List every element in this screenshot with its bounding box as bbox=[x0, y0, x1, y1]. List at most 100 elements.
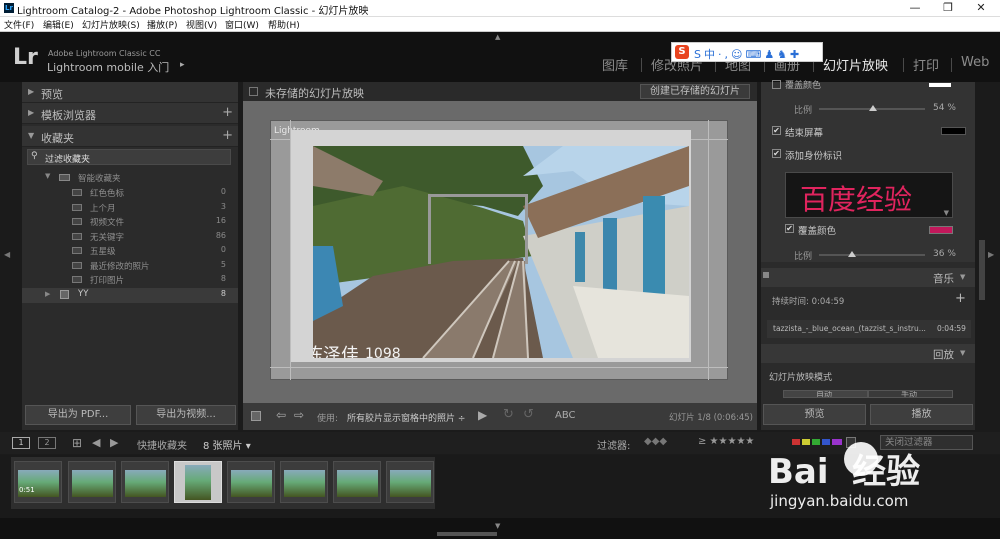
use-source-select[interactable]: 所有胶片显示窗格中的照片 ÷ bbox=[347, 411, 465, 424]
primary-window-button[interactable]: 1 bbox=[12, 437, 30, 449]
menu-file[interactable]: 文件(F) bbox=[4, 18, 34, 31]
thumbnail-image bbox=[185, 465, 211, 500]
sogou-icon: S bbox=[675, 45, 689, 59]
minimize-button[interactable]: — bbox=[900, 0, 930, 17]
export-pdf-button[interactable]: 导出为 PDF... bbox=[25, 405, 131, 425]
slide-photo[interactable]: 陈泽佳 1098 bbox=[313, 146, 689, 358]
previous-slide-icon[interactable]: ⇦ bbox=[276, 408, 286, 422]
collapse-triangle-icon: ▼ bbox=[45, 172, 51, 180]
filmstrip-thumbnail[interactable] bbox=[227, 461, 275, 503]
end-screen-checkbox[interactable]: ✔ bbox=[772, 126, 781, 135]
tab-slideshow[interactable]: 幻灯片放映 bbox=[823, 55, 888, 74]
rotate-right-icon[interactable]: ↺ bbox=[523, 407, 534, 422]
menu-slideshow[interactable]: 幻灯片放映(S) bbox=[82, 18, 140, 31]
top-panel-toggle-icon[interactable]: ▲ bbox=[495, 33, 500, 41]
preview-button[interactable]: 预览 bbox=[763, 404, 866, 425]
overlay-color-checkbox[interactable]: ✔ bbox=[785, 224, 794, 233]
list-item[interactable]: 无关键字 86 bbox=[22, 230, 238, 245]
mobile-getting-started[interactable]: Lightroom mobile 入门 bbox=[47, 59, 169, 75]
mode-auto-button[interactable]: 自动 bbox=[783, 390, 868, 398]
slider-knob[interactable] bbox=[848, 251, 856, 257]
ime-toolbar[interactable]: S S中·,☺⌨♟♞✚ bbox=[671, 42, 823, 62]
menu-edit[interactable]: 编辑(E) bbox=[43, 18, 74, 31]
add-template-icon[interactable]: + bbox=[222, 105, 233, 120]
maximize-button[interactable]: ❐ bbox=[933, 0, 963, 17]
tab-web[interactable]: Web bbox=[961, 55, 989, 70]
rotate-left-icon[interactable]: ↻ bbox=[503, 407, 514, 422]
left-panel-toggle-icon[interactable]: ◀ bbox=[4, 250, 10, 259]
overlay-number-text[interactable]: 1098 bbox=[365, 346, 401, 358]
section-collections[interactable]: ▼ 收藏夹 + bbox=[22, 126, 238, 147]
tab-library[interactable]: 图库 bbox=[602, 55, 628, 74]
flag-filter-icons[interactable]: ◆◆◆ bbox=[644, 436, 667, 447]
video-duration: 0:51 bbox=[19, 486, 35, 494]
filmstrip-source[interactable]: 快捷收藏夹 bbox=[137, 437, 187, 452]
add-text-abc-button[interactable]: ABC bbox=[555, 410, 576, 421]
filmstrip-thumbnail[interactable] bbox=[121, 461, 169, 503]
checkbox-icon[interactable] bbox=[249, 87, 258, 96]
filmstrip-thumbnail[interactable] bbox=[280, 461, 328, 503]
filmstrip-thumbnail[interactable] bbox=[386, 461, 434, 503]
guide-line bbox=[708, 120, 709, 380]
slider-knob[interactable] bbox=[869, 105, 877, 111]
track-row[interactable]: tazzista_-_blue_ocean_(tazzist_s_instru.… bbox=[767, 320, 971, 338]
filmstrip-scrollbar[interactable] bbox=[437, 532, 497, 536]
right-panel-scrollbar[interactable] bbox=[979, 240, 985, 300]
forward-arrow-icon[interactable]: ▶ bbox=[110, 436, 118, 449]
add-music-icon[interactable]: + bbox=[955, 291, 966, 306]
photo-count[interactable]: 8 张照片 ▾ bbox=[203, 437, 251, 452]
smart-collections-set[interactable]: ▼ 智能收藏夹 bbox=[22, 171, 238, 186]
menu-help[interactable]: 帮助(H) bbox=[268, 18, 300, 31]
section-preview[interactable]: ▶ 预览 bbox=[22, 82, 238, 103]
list-item[interactable]: 打印图片 8 bbox=[22, 273, 238, 288]
secondary-window-button[interactable]: 2 bbox=[38, 437, 56, 449]
tab-print[interactable]: 打印 bbox=[913, 55, 939, 74]
create-saved-slideshow-button[interactable]: 创建已存储的幻灯片 bbox=[640, 84, 750, 99]
filmstrip-thumbnail[interactable]: 0:51 bbox=[14, 461, 62, 503]
playback-label: 回放 bbox=[933, 349, 954, 361]
ratio-slider[interactable] bbox=[819, 254, 925, 256]
right-panel-toggle-icon[interactable]: ▶ bbox=[988, 250, 994, 259]
checkbox[interactable] bbox=[772, 80, 781, 89]
module-separator bbox=[951, 58, 952, 72]
stop-icon[interactable] bbox=[251, 411, 261, 421]
play-button[interactable]: 播放 bbox=[870, 404, 973, 425]
list-item[interactable]: 五星级 0 bbox=[22, 244, 238, 259]
filmstrip-thumbnail[interactable] bbox=[333, 461, 381, 503]
close-button[interactable]: ✕ bbox=[966, 0, 996, 17]
end-screen-color-swatch[interactable] bbox=[941, 127, 966, 135]
list-item[interactable]: 上个月 3 bbox=[22, 201, 238, 216]
grid-view-icon[interactable]: ⊞ bbox=[72, 436, 82, 450]
product-name: Adobe Lightroom Classic CC bbox=[48, 49, 161, 58]
export-video-button[interactable]: 导出为视频... bbox=[136, 405, 236, 425]
list-item[interactable]: 视频文件 16 bbox=[22, 215, 238, 230]
playback-header[interactable]: 回放 ▼ bbox=[761, 344, 975, 363]
section-template-browser[interactable]: ▶ 模板浏览器 + bbox=[22, 103, 238, 124]
overlay-name-text[interactable]: 陈泽佳 bbox=[313, 341, 359, 358]
collection-filter-input[interactable]: ⚲ 过滤收藏夹 bbox=[27, 149, 231, 165]
list-item[interactable]: 最近修改的照片 5 bbox=[22, 259, 238, 274]
back-arrow-icon[interactable]: ◀ bbox=[92, 436, 100, 449]
menu-play[interactable]: 播放(P) bbox=[147, 18, 177, 31]
collection-yy[interactable]: ▶ YY 8 bbox=[22, 288, 238, 303]
list-item[interactable]: 红色色标 0 bbox=[22, 186, 238, 201]
music-header[interactable]: 音乐 ▼ bbox=[761, 268, 975, 287]
identity-plate-preview[interactable]: 百度经验 ▼ bbox=[785, 172, 953, 218]
section-label: 收藏夹 bbox=[41, 132, 74, 145]
filmstrip-thumbnail[interactable] bbox=[68, 461, 116, 503]
mobile-arrow-icon[interactable]: ▸ bbox=[180, 60, 185, 70]
add-identity-checkbox[interactable]: ✔ bbox=[772, 149, 781, 158]
color-swatch[interactable] bbox=[929, 83, 951, 87]
filmstrip-thumbnail-selected[interactable] bbox=[174, 461, 222, 503]
overlay-color-swatch[interactable] bbox=[929, 226, 953, 234]
next-slide-icon[interactable]: ⇨ bbox=[294, 408, 304, 422]
music-toggle-icon[interactable] bbox=[763, 272, 769, 278]
add-collection-icon[interactable]: + bbox=[222, 128, 233, 143]
play-preview-icon[interactable]: ▶ bbox=[478, 408, 487, 422]
star-filter[interactable]: ≥ ★★★★★ bbox=[698, 436, 754, 447]
filmstrip-toggle-icon[interactable]: ▼ bbox=[495, 522, 500, 530]
dropdown-icon[interactable]: ▼ bbox=[944, 209, 949, 217]
menu-view[interactable]: 视图(V) bbox=[186, 18, 217, 31]
menu-window[interactable]: 窗口(W) bbox=[225, 18, 259, 31]
mode-manual-button[interactable]: 手动 bbox=[868, 390, 953, 398]
